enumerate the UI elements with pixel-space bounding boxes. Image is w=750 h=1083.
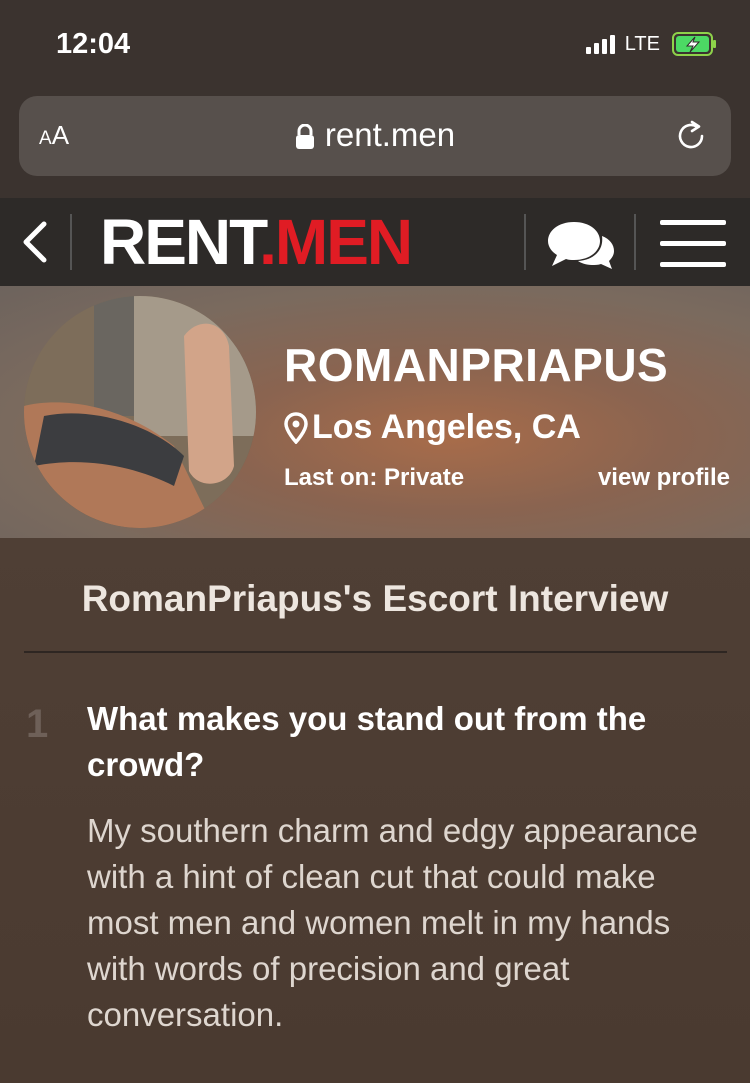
site-logo[interactable]: RENT.MEN bbox=[100, 206, 413, 278]
lock-icon bbox=[295, 124, 314, 150]
interview-question: What makes you stand out from the crowd? bbox=[87, 700, 647, 783]
avatar[interactable] bbox=[24, 296, 256, 528]
profile-location: Los Angeles, CA bbox=[284, 408, 581, 447]
network-label: LTE bbox=[624, 32, 660, 55]
header-divider bbox=[634, 214, 636, 270]
interview-title: RomanPriapus's Escort Interview bbox=[81, 578, 669, 619]
view-profile-link[interactable]: view profile bbox=[598, 464, 730, 492]
signal-icon bbox=[585, 34, 615, 54]
site-header: RENT.MEN bbox=[0, 198, 750, 286]
question-number: 1 bbox=[26, 702, 49, 746]
url-display[interactable]: rent.men bbox=[19, 116, 731, 154]
status-time: 12:04 bbox=[56, 28, 131, 60]
profile-banner: ROMANPRIAPUS Los Angeles, CA Last on: Pr… bbox=[0, 286, 750, 538]
section-divider bbox=[24, 651, 727, 653]
header-divider bbox=[70, 214, 72, 270]
profile-username: ROMANPRIAPUS bbox=[284, 339, 669, 391]
menu-icon[interactable] bbox=[660, 220, 726, 268]
location-text: Los Angeles, CA bbox=[312, 408, 581, 446]
chat-icon[interactable] bbox=[544, 218, 618, 270]
status-indicators: LTE bbox=[585, 32, 718, 56]
address-bar[interactable]: AA rent.men bbox=[19, 96, 731, 176]
status-bar: 12:04 LTE bbox=[0, 0, 750, 90]
battery-charging-icon bbox=[672, 32, 716, 56]
back-icon[interactable] bbox=[18, 220, 50, 264]
interview-answer: My southern charm and edgy appearance wi… bbox=[87, 812, 698, 1033]
interview-section: RomanPriapus's Escort Interview 1 What m… bbox=[0, 538, 750, 1083]
header-divider bbox=[524, 214, 526, 270]
reload-icon[interactable] bbox=[675, 118, 709, 154]
location-pin-icon bbox=[284, 411, 308, 444]
browser-toolbar: AA rent.men bbox=[0, 90, 750, 198]
avatar-image bbox=[24, 296, 256, 528]
last-online-status: Last on: Private bbox=[284, 464, 465, 491]
url-text: rent.men bbox=[324, 116, 456, 153]
